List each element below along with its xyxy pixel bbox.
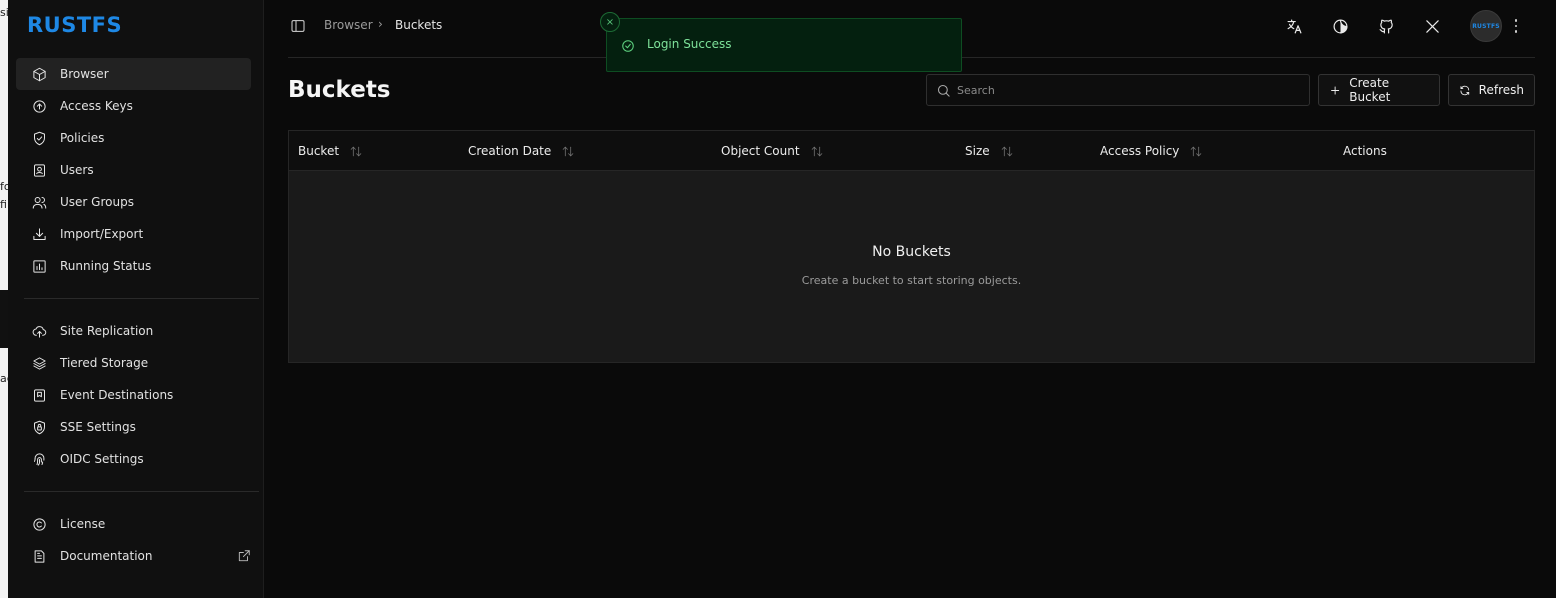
sidebar-item-oidc-settings[interactable]: OIDC Settings: [16, 443, 251, 475]
sidebar-item-user-groups[interactable]: User Groups: [16, 186, 251, 218]
sidebar-item-browser[interactable]: Browser: [16, 58, 251, 90]
github-icon[interactable]: [1377, 17, 1395, 35]
sidebar-item-tiered-storage[interactable]: Tiered Storage: [16, 347, 251, 379]
table-header: Bucket Creation Date Object Count Size A…: [289, 131, 1534, 171]
column-label: Actions: [1343, 144, 1387, 158]
search-input[interactable]: [957, 75, 1297, 105]
sidebar-divider: [24, 298, 259, 299]
more-vertical-icon[interactable]: [1510, 16, 1522, 36]
background-window-edge: si fo fi ac: [0, 0, 8, 598]
column-header-object-count[interactable]: Object Count: [721, 144, 824, 158]
sidebar-item-label: Documentation: [60, 549, 153, 563]
sidebar-item-site-replication[interactable]: Site Replication: [16, 315, 251, 347]
external-link-icon: [237, 549, 251, 563]
sidebar-item-label: Event Destinations: [60, 388, 174, 402]
sidebar-item-label: SSE Settings: [60, 420, 136, 434]
user-badge-icon: [32, 163, 47, 178]
sidebar-item-label: Import/Export: [60, 227, 144, 241]
sidebar-divider: [24, 491, 259, 492]
sidebar-toggle-icon[interactable]: [290, 18, 306, 34]
sidebar-item-label: Browser: [60, 67, 109, 81]
cloud-upload-icon: [32, 324, 47, 339]
sidebar-item-license[interactable]: License: [16, 508, 251, 540]
sidebar-item-event-destinations[interactable]: Event Destinations: [16, 379, 251, 411]
column-header-access-policy[interactable]: Access Policy: [1100, 144, 1203, 158]
search-icon: [937, 84, 950, 97]
background-text: ac: [0, 372, 8, 385]
sort-icon: [1191, 146, 1202, 156]
column-header-actions: Actions: [1343, 144, 1387, 158]
cube-icon: [32, 67, 47, 82]
theme-icon[interactable]: [1331, 17, 1349, 35]
sort-icon: [811, 146, 822, 156]
sidebar-item-import-export[interactable]: Import/Export: [16, 218, 251, 250]
sidebar-item-sse-settings[interactable]: SSE Settings: [16, 411, 251, 443]
x-icon[interactable]: [1423, 17, 1441, 35]
download-icon: [32, 227, 47, 242]
sidebar-item-label: Tiered Storage: [60, 356, 149, 370]
sidebar-item-running-status[interactable]: Running Status: [16, 250, 251, 282]
breadcrumb-separator: ›: [378, 17, 383, 31]
background-text: fi: [0, 198, 7, 211]
sidebar-item-label: Running Status: [60, 259, 152, 273]
sidebar-item-label: Access Keys: [60, 99, 133, 113]
sidebar-item-label: User Groups: [60, 195, 134, 209]
column-label: Access Policy: [1100, 144, 1180, 158]
check-circle-icon: [621, 38, 635, 52]
column-header-bucket[interactable]: Bucket: [298, 144, 363, 158]
column-header-creation-date[interactable]: Creation Date: [468, 144, 575, 158]
sort-icon: [350, 146, 362, 156]
search-box: [926, 74, 1310, 106]
logo[interactable]: RUSTFS: [27, 13, 122, 37]
layers-icon: [32, 356, 47, 371]
create-bucket-button[interactable]: Create Bucket: [1318, 74, 1440, 106]
background-block: [0, 290, 8, 348]
fingerprint-icon: [32, 452, 47, 467]
bar-chart-icon: [32, 259, 47, 274]
column-header-size[interactable]: Size: [965, 144, 1014, 158]
buckets-table: Bucket Creation Date Object Count Size A…: [288, 130, 1535, 363]
refresh-button[interactable]: Refresh: [1448, 74, 1535, 106]
column-label: Object Count: [721, 144, 800, 158]
login-success-toast: Login Success: [606, 18, 962, 72]
toast-close-button[interactable]: ×: [600, 12, 620, 32]
sidebar-item-label: OIDC Settings: [60, 452, 144, 466]
sidebar-item-documentation[interactable]: Documentation: [16, 540, 251, 572]
background-text: si: [0, 6, 8, 19]
sidebar-item-label: Users: [60, 163, 94, 177]
avatar[interactable]: RUSTFS: [1470, 10, 1502, 42]
key-circle-icon: [32, 99, 47, 114]
sidebar-item-label: Site Replication: [60, 324, 154, 338]
refresh-label: Refresh: [1478, 83, 1524, 97]
sidebar-item-label: Policies: [60, 131, 105, 145]
page-title: Buckets: [288, 77, 391, 103]
toast-message: Login Success: [647, 37, 732, 51]
column-label: Size: [965, 144, 990, 158]
shield-lock-icon: [32, 420, 47, 435]
refresh-icon: [1460, 85, 1470, 95]
copyright-icon: [32, 517, 47, 532]
column-label: Creation Date: [468, 144, 552, 158]
sidebar: RUSTFS Browser Access Keys Policies User…: [8, 0, 264, 598]
document-icon: [32, 549, 47, 564]
create-bucket-label: Create Bucket: [1349, 76, 1391, 104]
sort-icon: [1001, 146, 1012, 156]
breadcrumb-buckets: Buckets: [395, 18, 443, 32]
sidebar-item-policies[interactable]: Policies: [16, 122, 251, 154]
sidebar-item-label: License: [60, 517, 106, 531]
users-icon: [32, 195, 47, 210]
translate-icon[interactable]: [1285, 17, 1303, 35]
bookmark-badge-icon: [32, 388, 47, 403]
plus-icon: [1331, 85, 1340, 95]
sort-icon: [563, 146, 574, 156]
empty-state-title: No Buckets: [872, 244, 951, 260]
shield-check-icon: [32, 131, 47, 146]
sidebar-item-access-keys[interactable]: Access Keys: [16, 90, 251, 122]
column-label: Bucket: [298, 144, 340, 158]
background-text: fo: [0, 180, 8, 193]
breadcrumb-browser[interactable]: Browser: [324, 18, 373, 32]
empty-state-subtitle: Create a bucket to start storing objects…: [801, 274, 1022, 287]
sidebar-item-users[interactable]: Users: [16, 154, 251, 186]
